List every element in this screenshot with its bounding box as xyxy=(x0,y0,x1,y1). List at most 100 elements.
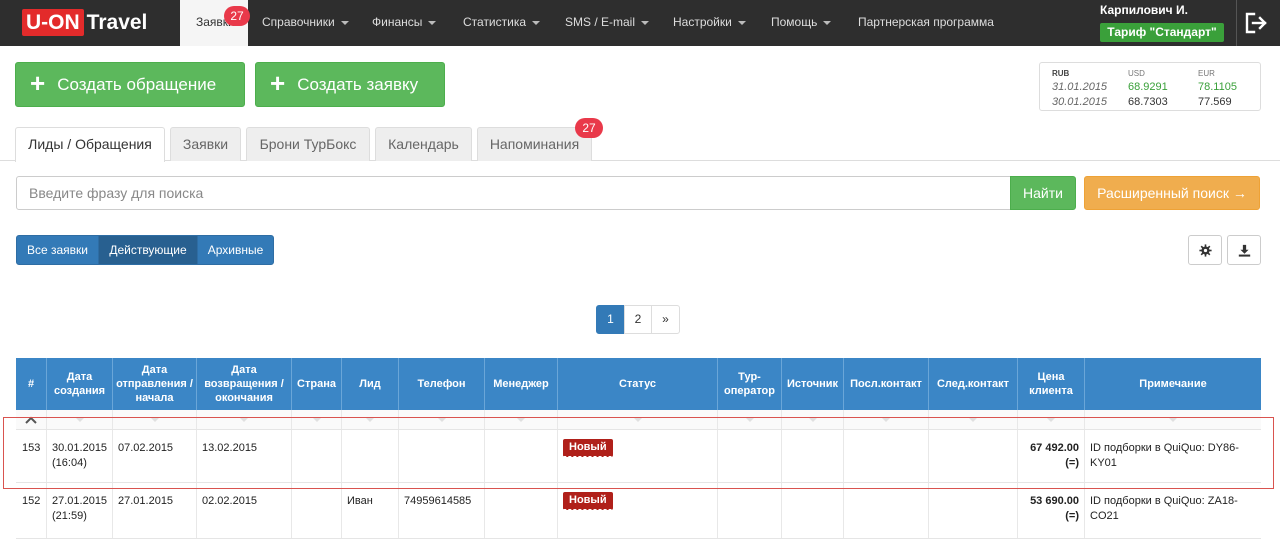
currency-header-eur: EUR xyxy=(1198,69,1215,78)
cell-lead: Иван xyxy=(342,483,399,538)
logo[interactable]: U-ON Travel xyxy=(22,9,147,36)
caret-down-icon xyxy=(532,20,541,25)
col-header[interactable]: Цена клиента xyxy=(1018,358,1085,410)
filter-active[interactable]: Действующие xyxy=(98,235,198,265)
download-icon xyxy=(1238,244,1250,257)
page-2[interactable]: 2 xyxy=(624,305,652,334)
col-header[interactable]: Менеджер xyxy=(485,358,558,410)
nav-item-statistics[interactable]: Статистика xyxy=(463,0,541,46)
download-button[interactable] xyxy=(1227,235,1261,265)
nav-item-sms-email[interactable]: SMS / E-mail xyxy=(565,0,650,46)
search-input[interactable] xyxy=(16,176,1011,210)
nav-item-finance[interactable]: Финансы xyxy=(372,0,437,46)
currency-usd-value: 68.9291 xyxy=(1128,81,1168,93)
filter-archived[interactable]: Архивные xyxy=(197,235,274,265)
create-appeal-label: Создать обращение xyxy=(57,74,217,94)
row-highlight-frame xyxy=(3,417,1274,489)
cell-note: ID подборки в QuiQuo: ZA18-CO21 xyxy=(1090,495,1238,523)
nav-item-label: Партнерская программа xyxy=(858,15,994,29)
cell-source xyxy=(782,483,844,538)
currency-eur-value: 78.1105 xyxy=(1198,81,1237,93)
caret-down-icon xyxy=(428,20,437,25)
currency-date: 31.01.2015 xyxy=(1052,81,1108,93)
create-appeal-button[interactable]: + Создать обращение xyxy=(15,62,245,107)
plus-icon: + xyxy=(270,68,286,98)
nav-item-settings[interactable]: Настройки xyxy=(673,0,746,46)
tab-requests[interactable]: Заявки xyxy=(170,127,241,161)
table-row[interactable]: 152 27.01.2015 (21:59) 27.01.2015 02.02.… xyxy=(16,483,1261,539)
caret-down-icon xyxy=(737,20,746,25)
created-time: (21:59) xyxy=(52,510,87,523)
nav-item-label: Финансы xyxy=(372,15,423,29)
top-navbar: U-ON Travel Заявки 27 Справочники Финанс… xyxy=(0,0,1280,46)
find-button[interactable]: Найти xyxy=(1010,176,1076,210)
col-header[interactable]: Статус xyxy=(558,358,718,410)
price-value: 53 690.00 xyxy=(1030,495,1079,507)
plus-icon: + xyxy=(30,68,46,98)
nav-item-label: Помощь xyxy=(771,15,818,29)
col-header[interactable]: Дата отправления / начала xyxy=(113,358,197,410)
currency-rates: RUB USD EUR 31.01.2015 68.9291 78.1105 3… xyxy=(1039,62,1261,111)
cell-phone: 74959614585 xyxy=(399,483,485,538)
cell-next-contact xyxy=(929,483,1018,538)
cell-manager xyxy=(485,483,558,538)
nav-item-directories[interactable]: Справочники xyxy=(262,0,349,46)
nav-item-label: Справочники xyxy=(262,15,335,29)
cell-created: 27.01.2015 (21:59) xyxy=(47,483,113,538)
nav-item-help[interactable]: Помощь xyxy=(771,0,832,46)
cell-price: 53 690.00 (=) xyxy=(1018,483,1085,538)
page-1[interactable]: 1 xyxy=(596,305,625,334)
logo-uon: U-ON xyxy=(22,9,84,36)
currency-header-usd: USD xyxy=(1128,69,1145,78)
col-header[interactable]: Посл.контакт xyxy=(844,358,929,410)
cell-status: Новый xyxy=(558,483,718,538)
create-request-label: Создать заявку xyxy=(297,74,419,94)
tab-reminders[interactable]: Напоминания xyxy=(477,127,592,161)
col-header[interactable]: Страна xyxy=(292,358,342,410)
cell-id: 152 xyxy=(16,483,47,538)
col-header[interactable]: След.контакт xyxy=(929,358,1018,410)
advanced-search-button[interactable]: Расширенный поиск → xyxy=(1084,176,1260,210)
col-header[interactable]: Тур-оператор xyxy=(718,358,782,410)
col-header[interactable]: Лид xyxy=(342,358,399,410)
currency-header-rub: RUB xyxy=(1052,69,1070,78)
table-header: # Дата создания Дата отправления / начал… xyxy=(16,358,1261,410)
currency-date: 30.01.2015 xyxy=(1052,96,1108,108)
gear-icon xyxy=(1198,243,1212,257)
currency-usd-value: 68.7303 xyxy=(1128,96,1168,108)
cell-start: 27.01.2015 xyxy=(113,483,197,538)
caret-down-icon xyxy=(340,20,349,25)
reminders-badge: 27 xyxy=(575,118,603,138)
cell-last-contact xyxy=(844,483,929,538)
page-next[interactable]: » xyxy=(651,305,680,334)
status-badge[interactable]: Новый xyxy=(563,492,613,511)
caret-down-icon xyxy=(641,20,650,25)
nav-item-partner-program[interactable]: Партнерская программа xyxy=(858,0,994,46)
nav-item-label: Статистика xyxy=(463,15,527,29)
col-header[interactable]: Телефон xyxy=(399,358,485,410)
logo-travel: Travel xyxy=(86,11,148,34)
nav-item-label: SMS / E-mail xyxy=(565,15,636,29)
tariff-badge[interactable]: Тариф "Стандарт" xyxy=(1100,23,1224,42)
caret-down-icon xyxy=(823,20,832,25)
logout-icon[interactable] xyxy=(1244,11,1268,35)
cell-operator xyxy=(718,483,782,538)
col-header[interactable]: Дата возвращения / окончания xyxy=(197,358,292,410)
filter-all-requests[interactable]: Все заявки xyxy=(16,235,99,265)
settings-button[interactable] xyxy=(1188,235,1222,265)
created-date: 27.01.2015 xyxy=(52,495,108,507)
col-header[interactable]: Источник xyxy=(782,358,844,410)
tab-leads[interactable]: Лиды / Обращения xyxy=(15,127,165,162)
col-header[interactable]: # xyxy=(16,358,47,410)
nav-divider xyxy=(1236,0,1237,46)
price-note: (=) xyxy=(1065,510,1079,523)
nav-item-label: Настройки xyxy=(673,15,732,29)
tab-calendar[interactable]: Календарь xyxy=(375,127,472,161)
user-name[interactable]: Карпилович И. xyxy=(1100,3,1188,17)
currency-eur-value: 77.569 xyxy=(1198,96,1232,108)
create-request-button[interactable]: + Создать заявку xyxy=(255,62,445,107)
col-header[interactable]: Дата создания xyxy=(47,358,113,410)
nav-requests-badge: 27 xyxy=(224,6,250,26)
tab-turbox[interactable]: Брони ТурБокс xyxy=(246,127,370,161)
col-header[interactable]: Примечание xyxy=(1085,358,1261,410)
